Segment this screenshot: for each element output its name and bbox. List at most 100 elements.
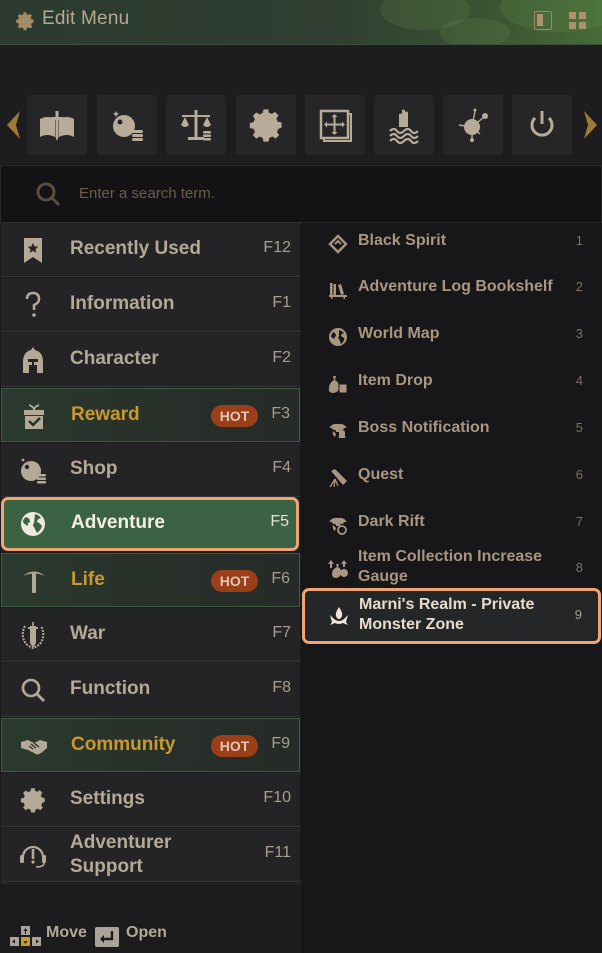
item-shortcut: 4	[575, 373, 583, 388]
item-shortcut: 8	[575, 560, 583, 575]
question-icon	[25, 291, 41, 317]
sword-laurel-icon	[21, 622, 45, 650]
header-decoration	[440, 18, 510, 44]
item-label: Item Drop	[358, 372, 433, 389]
pearl-coins-icon	[113, 111, 143, 141]
loot-bag-icon	[328, 376, 348, 394]
item-world-map[interactable]: World Map 3	[301, 316, 602, 363]
item-label: Boss Notification	[358, 419, 490, 436]
category-shortcut: F1	[272, 294, 291, 311]
category-list: Recently Used F12 Information F1 Charact…	[0, 223, 301, 883]
arrow-keys-icon	[10, 926, 41, 946]
gear-icon	[249, 109, 282, 142]
category-shop[interactable]: Shop F4	[1, 443, 300, 497]
item-label: Item Collection Increase Gauge	[358, 548, 543, 585]
category-label: Adventurer Support	[70, 832, 172, 877]
category-information[interactable]: Information F1	[1, 278, 300, 332]
category-reward[interactable]: Reward HOT F3	[1, 388, 300, 442]
category-shortcut: F3	[271, 405, 290, 422]
item-item-drop[interactable]: Item Drop 4	[301, 363, 602, 410]
window-title: Edit Menu	[42, 8, 130, 29]
scroll-icon	[329, 469, 347, 488]
item-shortcut: 7	[575, 514, 583, 529]
item-quest[interactable]: Quest 6	[301, 457, 602, 504]
nodes-icon	[458, 108, 488, 142]
category-adventurer-support[interactable]: Adventurer Support F11	[1, 828, 300, 882]
toolbar-button-water[interactable]	[374, 95, 434, 155]
category-label: Reward	[71, 404, 140, 425]
enter-key-icon	[95, 927, 119, 947]
category-community[interactable]: Community HOT F9	[1, 718, 300, 772]
single-panel-icon[interactable]	[534, 11, 552, 30]
item-shortcut: 9	[574, 607, 582, 622]
toolbar-button-adventure-book[interactable]	[27, 95, 87, 155]
item-label: Marni's Realm - Private Monster Zone	[359, 596, 535, 633]
item-collection-increase-gauge[interactable]: Item Collection Increase Gauge 8	[301, 548, 602, 589]
item-label: Quest	[358, 466, 404, 483]
toolbar-button-market[interactable]	[166, 95, 226, 155]
grid-layout-icon[interactable]	[569, 12, 587, 30]
item-boss-notification[interactable]: Boss Notification 5	[301, 410, 602, 457]
category-adventure[interactable]: Adventure F5	[1, 497, 299, 551]
power-icon	[530, 111, 554, 137]
item-marnis-realm[interactable]: Marni's Realm - Private Monster Zone 9	[302, 588, 601, 644]
toolbar-button-network[interactable]	[443, 95, 503, 155]
category-label: Function	[70, 678, 151, 699]
item-label: Dark Rift	[358, 513, 425, 530]
category-label: Character	[70, 348, 159, 369]
category-function[interactable]: Function F8	[1, 663, 300, 717]
book-sword-icon	[40, 111, 74, 141]
item-shortcut: 3	[575, 326, 583, 341]
hot-badge: HOT	[211, 405, 258, 427]
category-settings[interactable]: Settings F10	[1, 773, 300, 827]
category-shortcut: F11	[264, 844, 291, 861]
move-hint-label: Move	[46, 924, 87, 941]
window-header: Edit Menu	[0, 0, 602, 45]
category-character[interactable]: Character F2	[1, 333, 300, 387]
submenu-list: Black Spirit 1 Adventure Log Bookshelf 2…	[301, 223, 602, 953]
globe-icon	[21, 512, 45, 536]
category-label: Life	[71, 569, 105, 590]
chevron-right-icon[interactable]	[580, 110, 600, 140]
category-shortcut: F7	[272, 624, 291, 641]
category-shortcut: F12	[263, 239, 291, 256]
category-shortcut: F8	[272, 679, 291, 696]
item-shortcut: 6	[575, 467, 583, 482]
toolbar-button-move-ui[interactable]	[305, 95, 365, 155]
category-label: Settings	[70, 788, 145, 809]
category-shortcut: F5	[270, 513, 289, 530]
category-recently-used[interactable]: Recently Used F12	[1, 223, 300, 277]
item-label: Adventure Log Bookshelf	[358, 278, 553, 295]
item-dark-rift[interactable]: Dark Rift 7	[301, 504, 602, 551]
category-war[interactable]: War F7	[1, 608, 300, 662]
toolbar-button-power[interactable]	[512, 95, 572, 155]
hot-badge: HOT	[211, 735, 258, 757]
boss-bell-icon	[329, 423, 347, 438]
item-shortcut: 1	[575, 233, 583, 248]
gift-check-icon	[24, 404, 44, 429]
search-input[interactable]	[79, 178, 579, 208]
search-bar	[0, 165, 602, 224]
item-shortcut: 2	[575, 279, 583, 294]
category-shortcut: F6	[271, 570, 290, 587]
helmet-icon	[23, 347, 43, 373]
bookmark-star-icon	[24, 238, 42, 263]
item-adventure-log-bookshelf[interactable]: Adventure Log Bookshelf 2	[301, 269, 602, 316]
hot-badge: HOT	[211, 570, 258, 592]
toolbar-button-shop[interactable]	[97, 95, 157, 155]
pearl-coins-icon	[21, 458, 46, 484]
item-label: World Map	[358, 325, 440, 342]
globe-icon	[329, 328, 347, 346]
category-label: War	[70, 623, 106, 644]
chevron-left-icon[interactable]	[4, 110, 24, 140]
toolbar-button-settings[interactable]	[236, 95, 296, 155]
scales-coins-icon	[181, 110, 211, 141]
category-label: Recently Used	[70, 238, 201, 259]
loot-up-icon	[328, 560, 348, 578]
category-life[interactable]: Life HOT F6	[1, 553, 300, 607]
diamond-spirit-icon	[328, 234, 348, 254]
category-shortcut: F4	[272, 459, 291, 476]
item-black-spirit[interactable]: Black Spirit 1	[301, 223, 602, 270]
pickaxe-icon	[23, 571, 45, 593]
handshake-icon	[21, 740, 47, 755]
